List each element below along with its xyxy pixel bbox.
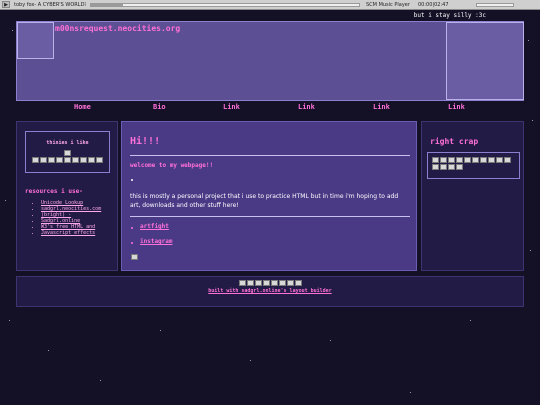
intro-paragraph: this is mostly a personal project that i… bbox=[130, 193, 399, 209]
broken-image-icon bbox=[432, 157, 439, 163]
nav-link-2[interactable]: Link bbox=[298, 103, 315, 111]
nav-home-link[interactable]: Home bbox=[74, 103, 91, 111]
page-heading: Hi!!! bbox=[130, 136, 161, 147]
broken-image-icon bbox=[32, 157, 39, 163]
broken-image-icon bbox=[80, 157, 87, 163]
broken-image-icon bbox=[64, 157, 71, 163]
likes-badges-row bbox=[26, 157, 109, 163]
main-content: Hi!!! welcome to my webpage!! this is mo… bbox=[121, 121, 417, 271]
likes-badges bbox=[26, 150, 109, 156]
site-title: m00nsrequest.neocities.org bbox=[55, 24, 181, 33]
likes-box: thinies i like bbox=[25, 131, 110, 173]
broken-image-icon bbox=[504, 157, 511, 163]
broken-image-icon bbox=[255, 280, 262, 286]
player-time: 00:00|02:47 bbox=[418, 1, 449, 8]
right-title: right crap bbox=[430, 137, 479, 146]
broken-image-icon bbox=[480, 157, 487, 163]
header-image-left bbox=[17, 22, 54, 59]
footer-badges bbox=[239, 280, 302, 286]
bullet-icon bbox=[131, 227, 133, 229]
broken-image-icon bbox=[488, 157, 495, 163]
nav-link-1[interactable]: Link bbox=[223, 103, 240, 111]
divider bbox=[130, 155, 410, 156]
right-sidebar: right crap bbox=[421, 121, 524, 271]
broken-image-icon bbox=[295, 280, 302, 286]
header-image-right bbox=[446, 22, 524, 100]
likes-title: thinies i like bbox=[46, 140, 89, 146]
broken-image-icon bbox=[440, 157, 447, 163]
right-badge-box bbox=[427, 152, 520, 179]
welcome-text: welcome to my webpage!! bbox=[130, 162, 214, 169]
divider bbox=[130, 216, 410, 217]
broken-image-icon bbox=[279, 280, 286, 286]
broken-image-icon bbox=[456, 164, 463, 170]
top-navigation: Home Bio Link Link Link Link bbox=[16, 103, 524, 115]
broken-image-icon bbox=[72, 157, 79, 163]
resource-link[interactable]: Javascript effects bbox=[41, 230, 101, 236]
broken-image-icon bbox=[472, 157, 479, 163]
nav-bio-link[interactable]: Bio bbox=[153, 103, 166, 111]
player-track-title: toby fox- A CYBER'S WORLD? bbox=[14, 1, 86, 8]
broken-image-icon bbox=[239, 280, 246, 286]
resources-title: resources i use- bbox=[25, 188, 83, 195]
volume-slider[interactable] bbox=[476, 2, 514, 7]
broken-image-icon bbox=[271, 280, 278, 286]
broken-image-icon bbox=[48, 157, 55, 163]
music-player-bar: ▶ toby fox- A CYBER'S WORLD? SCM Music P… bbox=[0, 0, 540, 10]
broken-image-icon bbox=[432, 164, 439, 170]
layout-builder-credit-link[interactable]: built with sadgrl.online's layout builde… bbox=[17, 288, 523, 294]
left-sidebar: thinies i like resources i use- Unicode … bbox=[16, 121, 118, 271]
broken-image-icon bbox=[287, 280, 294, 286]
bullet-icon bbox=[131, 242, 133, 244]
footer: built with sadgrl.online's layout builde… bbox=[16, 276, 524, 307]
nav-link-3[interactable]: Link bbox=[373, 103, 390, 111]
resources-list: Unicode Lookup sadgrl.neocities.com (bri… bbox=[33, 200, 101, 236]
broken-image-icon bbox=[448, 164, 455, 170]
play-button[interactable]: ▶ bbox=[2, 1, 10, 8]
broken-image-icon bbox=[96, 157, 103, 163]
broken-image-icon bbox=[56, 157, 63, 163]
broken-image-icon bbox=[496, 157, 503, 163]
broken-image-icon bbox=[40, 157, 47, 163]
instagram-link[interactable]: instagram bbox=[140, 238, 173, 245]
broken-image-icon bbox=[448, 157, 455, 163]
nav-link-4[interactable]: Link bbox=[448, 103, 465, 111]
bullet-icon bbox=[131, 179, 133, 181]
top-note: but i stay silly :3c bbox=[413, 12, 486, 19]
player-app-name: SCM Music Player bbox=[366, 1, 410, 8]
player-seek-fill bbox=[91, 3, 124, 6]
right-badges bbox=[432, 157, 515, 170]
broken-image-icon bbox=[464, 157, 471, 163]
broken-image-icon bbox=[440, 164, 447, 170]
broken-image-icon bbox=[131, 254, 138, 260]
header-banner: m00nsrequest.neocities.org bbox=[16, 21, 524, 101]
broken-image-icon bbox=[247, 280, 254, 286]
broken-image-icon bbox=[263, 280, 270, 286]
broken-image-icon bbox=[456, 157, 463, 163]
broken-image-icon bbox=[64, 150, 71, 156]
broken-image-icon bbox=[88, 157, 95, 163]
artfight-link[interactable]: artfight bbox=[140, 223, 169, 230]
player-seek-bar[interactable] bbox=[90, 2, 360, 7]
